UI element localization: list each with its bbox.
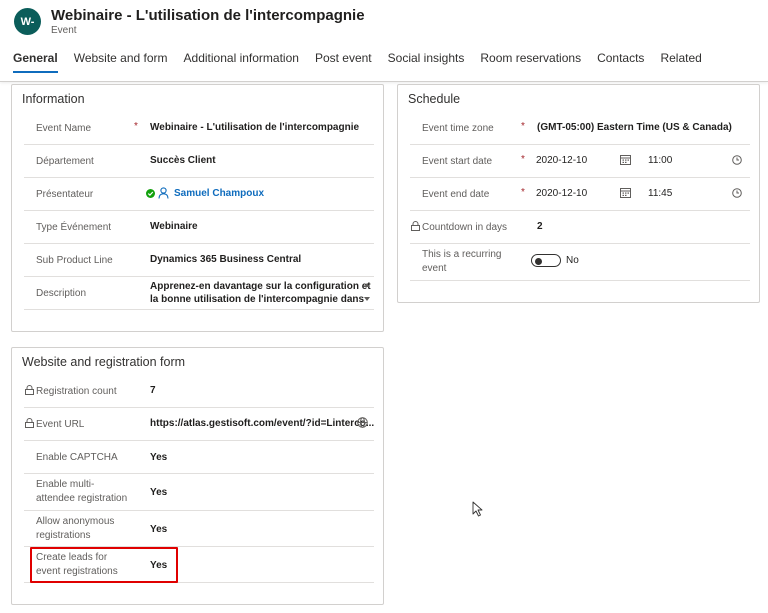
- information-section-title: Information: [22, 92, 85, 106]
- record-header: W- Webinaire - L'utilisation de l'interc…: [0, 0, 768, 82]
- scroll-down-arrow-icon[interactable]: [364, 297, 370, 301]
- tab-social-insights[interactable]: Social insights: [388, 51, 465, 73]
- record-title: Webinaire - L'utilisation de l'intercomp…: [51, 7, 365, 24]
- tab-contacts[interactable]: Contacts: [597, 51, 644, 73]
- countdown-label: Countdown in days: [422, 222, 508, 233]
- presenter-link[interactable]: Samuel Champoux: [174, 188, 264, 199]
- tab-general[interactable]: General: [13, 51, 58, 73]
- record-avatar: W-: [14, 8, 41, 35]
- event-type-field[interactable]: Webinaire: [150, 221, 198, 232]
- tab-website-and-form[interactable]: Website and form: [74, 51, 168, 73]
- sub-product-label: Sub Product Line: [36, 255, 113, 266]
- mouse-cursor-icon: [472, 501, 483, 517]
- schedule-section: Schedule Event time zone * (GMT-05:00) E…: [397, 84, 760, 303]
- anonymous-label-line2: registrations: [36, 530, 91, 541]
- event-name-row: Event Name * Webinaire - L'utilisation d…: [24, 112, 374, 145]
- form-tabs: General Website and form Additional info…: [13, 51, 718, 73]
- recurring-toggle[interactable]: [531, 254, 561, 267]
- event-url-row: Event URL https://atlas.gestisoft.com/ev…: [24, 408, 374, 441]
- multi-attendee-row: Enable multi- attendee registration Yes: [24, 474, 374, 511]
- lock-icon: [25, 385, 34, 395]
- description-textarea[interactable]: Apprenez-en davantage sur la configurati…: [150, 280, 372, 306]
- anonymous-value[interactable]: Yes: [150, 524, 167, 535]
- schedule-section-title: Schedule: [408, 92, 461, 106]
- globe-icon[interactable]: [357, 417, 368, 428]
- end-time-field[interactable]: 11:45: [648, 188, 672, 199]
- recurring-label: This is a recurring event: [422, 248, 501, 276]
- event-url-label: Event URL: [36, 419, 85, 430]
- lock-icon: [411, 221, 420, 231]
- tab-post-event[interactable]: Post event: [315, 51, 372, 73]
- description-label: Description: [36, 288, 87, 299]
- multi-attendee-label-line1: Enable multi-: [36, 479, 95, 490]
- timezone-field[interactable]: (GMT-05:00) Eastern Time (US & Canada): [537, 122, 732, 133]
- start-time-field[interactable]: 11:00: [648, 155, 672, 166]
- timezone-label: Event time zone: [422, 123, 494, 134]
- recurring-value: No: [566, 255, 579, 266]
- tab-room-reservations[interactable]: Room reservations: [480, 51, 581, 73]
- department-row: Département Succès Client: [24, 145, 374, 178]
- multi-attendee-value[interactable]: Yes: [150, 487, 167, 498]
- highlight-box: [30, 547, 178, 583]
- department-label: Département: [36, 156, 94, 167]
- captcha-label: Enable CAPTCHA: [36, 452, 118, 463]
- event-url-value: https://atlas.gestisoft.com/event/?id=Li…: [150, 418, 375, 429]
- registration-count-row: Registration count 7: [24, 375, 374, 408]
- clock-icon[interactable]: [732, 155, 742, 165]
- multi-attendee-label: Enable multi- attendee registration: [36, 478, 127, 506]
- record-entity-type: Event: [51, 25, 77, 36]
- anonymous-label: Allow anonymous registrations: [36, 515, 114, 543]
- countdown-value: 2: [537, 221, 543, 232]
- required-marker: *: [134, 121, 138, 132]
- sub-product-field[interactable]: Dynamics 365 Business Central: [150, 254, 301, 265]
- presence-available-icon: [146, 189, 155, 198]
- anonymous-row: Allow anonymous registrations Yes: [24, 511, 374, 547]
- registration-count-value: 7: [150, 385, 156, 396]
- registration-count-label: Registration count: [36, 386, 117, 397]
- lock-icon: [25, 418, 34, 428]
- start-date-field[interactable]: 2020-12-10: [536, 155, 587, 166]
- captcha-row: Enable CAPTCHA Yes: [24, 441, 374, 474]
- recurring-label-line2: event: [422, 263, 447, 274]
- calendar-icon[interactable]: [620, 154, 631, 165]
- event-name-field[interactable]: Webinaire - L'utilisation de l'intercomp…: [150, 122, 359, 133]
- end-date-label: Event end date: [422, 189, 490, 200]
- required-marker: *: [521, 121, 525, 132]
- event-type-label: Type Événement: [36, 222, 112, 233]
- countdown-row: Countdown in days 2: [410, 211, 750, 244]
- captcha-value[interactable]: Yes: [150, 452, 167, 463]
- event-type-row: Type Événement Webinaire: [24, 211, 374, 244]
- recurring-label-line1: This is a recurring: [422, 249, 502, 260]
- calendar-icon[interactable]: [620, 187, 631, 198]
- end-date-row: Event end date * 2020-12-10 11:45: [410, 178, 750, 211]
- tab-additional-information[interactable]: Additional information: [184, 51, 299, 73]
- description-scrollbar[interactable]: [363, 281, 371, 305]
- event-name-label: Event Name: [36, 123, 92, 134]
- start-date-row: Event start date * 2020-12-10 11:00: [410, 145, 750, 178]
- start-date-label: Event start date: [422, 156, 493, 167]
- department-field[interactable]: Succès Client: [150, 155, 216, 166]
- multi-attendee-label-line2: attendee registration: [36, 493, 128, 504]
- required-marker: *: [521, 154, 525, 165]
- anonymous-label-line1: Allow anonymous: [36, 516, 115, 527]
- presenter-row: Présentateur Samuel Champoux: [24, 178, 374, 211]
- scroll-up-arrow-icon[interactable]: [364, 283, 370, 287]
- presenter-label: Présentateur: [36, 189, 94, 200]
- person-icon: [158, 187, 169, 199]
- sub-product-row: Sub Product Line Dynamics 365 Business C…: [24, 244, 374, 277]
- end-date-field[interactable]: 2020-12-10: [536, 188, 587, 199]
- information-section: Information Event Name * Webinaire - L'u…: [11, 84, 384, 332]
- recurring-row: This is a recurring event No: [410, 244, 750, 281]
- tab-related[interactable]: Related: [660, 51, 701, 73]
- clock-icon[interactable]: [732, 188, 742, 198]
- website-section-title: Website and registration form: [22, 355, 186, 369]
- required-marker: *: [521, 187, 525, 198]
- description-row: Description Apprenez-en davantage sur la…: [24, 277, 374, 310]
- timezone-row: Event time zone * (GMT-05:00) Eastern Ti…: [410, 112, 750, 145]
